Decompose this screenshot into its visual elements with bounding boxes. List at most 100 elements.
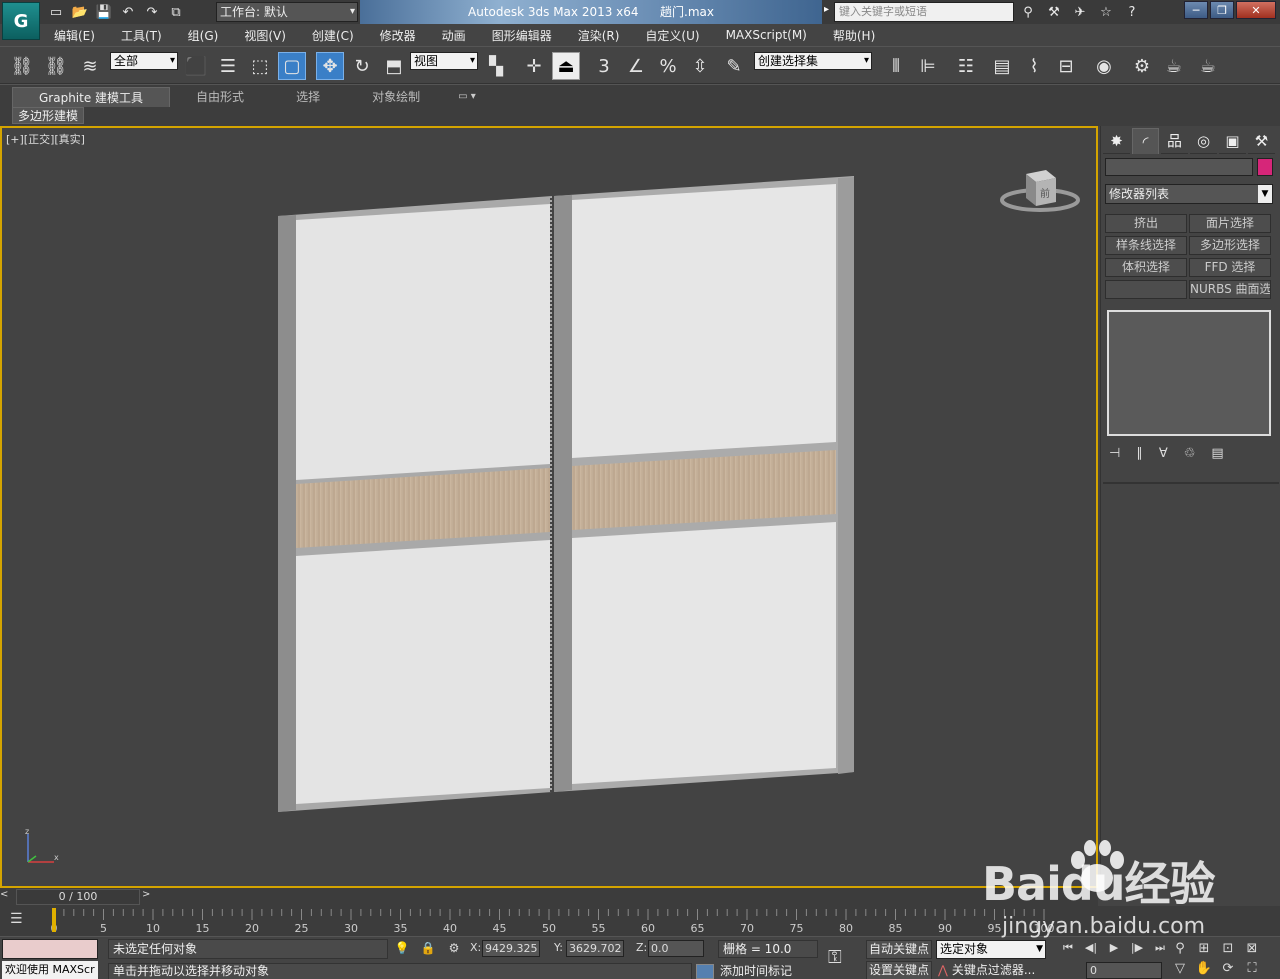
angle-snap-icon[interactable]: ∠ bbox=[622, 52, 650, 80]
object-name-field[interactable] bbox=[1105, 158, 1253, 176]
material-editor-icon[interactable]: ◉ bbox=[1090, 52, 1118, 80]
tab-display-icon[interactable]: ▣ bbox=[1219, 128, 1246, 154]
close-button[interactable]: ✕ bbox=[1236, 1, 1276, 19]
perspective-viewport[interactable]: [+][正交][真实] 前 z x bbox=[0, 126, 1098, 888]
minimize-button[interactable]: ─ bbox=[1184, 1, 1208, 19]
select-and-move-icon[interactable]: ✥ bbox=[316, 52, 344, 80]
orbit-icon[interactable]: ⟳ bbox=[1216, 959, 1240, 979]
select-and-rotate-icon[interactable]: ↻ bbox=[348, 52, 376, 80]
favorites-icon[interactable]: ☆ bbox=[1096, 2, 1116, 22]
isolate-selection-icon[interactable]: 💡 bbox=[394, 941, 410, 957]
trackbar-scale[interactable]: 0510152025303540455055606570758085909510… bbox=[0, 906, 1280, 936]
modifier-button-4[interactable]: 体积选择 bbox=[1105, 258, 1187, 277]
configure-modifier-sets-icon[interactable]: ▤ bbox=[1211, 446, 1223, 461]
auto-key-button[interactable]: 自动关键点 bbox=[866, 940, 932, 959]
window-crossing-icon[interactable]: ▢ bbox=[278, 52, 306, 80]
pan-icon[interactable]: ✋ bbox=[1192, 959, 1216, 979]
zoom-icon[interactable]: ⚲ bbox=[1168, 939, 1192, 959]
binoculars-icon[interactable]: ⚲ bbox=[1018, 2, 1038, 22]
pin-stack-icon[interactable]: ⊣ bbox=[1109, 446, 1120, 461]
menu-item-8[interactable]: 渲染(R) bbox=[565, 27, 633, 44]
percent-snap-icon[interactable]: % bbox=[654, 52, 682, 80]
render-production-icon[interactable]: ☕ bbox=[1194, 52, 1222, 80]
current-frame-field[interactable]: 0 bbox=[1086, 962, 1162, 979]
prev-frame-icon[interactable]: ◀| bbox=[1081, 939, 1101, 957]
modifier-list-dropdown[interactable]: 修改器列表 ▼ bbox=[1105, 184, 1273, 204]
go-to-end-icon[interactable]: ⏭ bbox=[1150, 939, 1170, 957]
save-icon[interactable]: 💾 bbox=[94, 2, 114, 22]
tab-hierarchy-icon[interactable]: 品 bbox=[1161, 128, 1188, 154]
menu-item-0[interactable]: 编辑(E) bbox=[42, 27, 108, 44]
zoom-extents-all-icon[interactable]: ⊠ bbox=[1240, 939, 1264, 959]
modifier-button-3[interactable]: 多边形选择 bbox=[1189, 236, 1271, 255]
x-coordinate-field[interactable]: 9429.325 bbox=[482, 940, 540, 957]
menu-item-5[interactable]: 修改器 bbox=[367, 27, 429, 44]
render-setup-icon[interactable]: ⚙ bbox=[1128, 52, 1156, 80]
play-icon[interactable]: ▶ bbox=[1104, 939, 1124, 957]
tab-create-icon[interactable]: ✸ bbox=[1103, 128, 1130, 154]
ribbon-tab-2[interactable]: 选择 bbox=[270, 87, 346, 107]
maximize-button[interactable]: ❐ bbox=[1210, 1, 1234, 19]
bind-space-warp-icon[interactable]: ≋ bbox=[76, 52, 104, 80]
tab-motion-icon[interactable]: ◎ bbox=[1190, 128, 1217, 154]
communication-icon[interactable]: ✈ bbox=[1070, 2, 1090, 22]
y-coordinate-field[interactable]: 3629.702 bbox=[566, 940, 624, 957]
zoom-all-icon[interactable]: ⊞ bbox=[1192, 939, 1216, 959]
time-slider[interactable]: < 0 / 100 > bbox=[0, 888, 1098, 906]
open-file-icon[interactable]: 📂 bbox=[70, 2, 90, 22]
track-bar[interactable]: ☰ 05101520253035404550556065707580859095… bbox=[0, 906, 1280, 936]
reference-coordinate-dropdown[interactable]: 视图 ▾ bbox=[410, 52, 478, 70]
ribbon-tab-1[interactable]: 自由形式 bbox=[170, 87, 270, 107]
tab-modify-icon[interactable]: ◜ bbox=[1132, 128, 1159, 154]
select-object-icon[interactable]: ⬛ bbox=[182, 52, 210, 80]
select-by-name-icon[interactable]: ☰ bbox=[214, 52, 242, 80]
modifier-button-1[interactable]: 面片选择 bbox=[1189, 214, 1271, 233]
key-mode-selection-dropdown[interactable]: 选定对象 ▼ bbox=[936, 940, 1046, 959]
time-slider-prev-button[interactable]: < bbox=[0, 889, 14, 905]
new-file-icon[interactable]: ▭ bbox=[46, 2, 66, 22]
spinner-snap-icon[interactable]: ⇳ bbox=[686, 52, 714, 80]
modifier-button-7[interactable]: NURBS 曲面选择 bbox=[1189, 280, 1271, 299]
undo-icon[interactable]: ↶ bbox=[118, 2, 138, 22]
unlink-icon[interactable]: ⛓ bbox=[42, 52, 70, 80]
search-expand-icon[interactable]: ▸ bbox=[824, 4, 829, 15]
show-end-result-icon[interactable]: ∥ bbox=[1136, 446, 1143, 461]
object-color-swatch[interactable] bbox=[1257, 158, 1273, 176]
curve-editor-icon[interactable]: ⌇ bbox=[1020, 52, 1048, 80]
menu-item-11[interactable]: 帮助(H) bbox=[820, 27, 888, 44]
make-unique-icon[interactable]: ∀ bbox=[1159, 446, 1168, 461]
mirror-icon[interactable]: ⫴ bbox=[882, 52, 910, 80]
current-frame-marker[interactable] bbox=[52, 908, 56, 932]
selection-filter-dropdown[interactable]: 全部 ▾ bbox=[110, 52, 178, 70]
rectangular-selection-icon[interactable]: ⬚ bbox=[246, 52, 274, 80]
menu-item-1[interactable]: 工具(T) bbox=[108, 27, 175, 44]
key-filters-button[interactable]: ⋀ 关键点过滤器... bbox=[938, 961, 1048, 979]
modifier-button-2[interactable]: 样条线选择 bbox=[1105, 236, 1187, 255]
menu-item-7[interactable]: 图形编辑器 bbox=[479, 27, 565, 44]
maximize-viewport-icon[interactable]: ⛶ bbox=[1240, 959, 1264, 979]
z-coordinate-field[interactable]: 0.0 bbox=[648, 940, 704, 957]
tab-utilities-icon[interactable]: ⚒ bbox=[1248, 128, 1275, 154]
selection-lock-icon[interactable]: 🔒 bbox=[420, 941, 436, 957]
infocenter-search-input[interactable]: 键入关键字或短语 bbox=[834, 2, 1014, 22]
modifier-stack[interactable] bbox=[1107, 310, 1271, 436]
help-icon[interactable]: ? bbox=[1122, 2, 1142, 22]
rendered-frame-window-icon[interactable]: ☕ bbox=[1160, 52, 1188, 80]
next-frame-icon[interactable]: |▶ bbox=[1127, 939, 1147, 957]
menu-item-6[interactable]: 动画 bbox=[429, 27, 479, 44]
subscription-icon[interactable]: ⚒ bbox=[1044, 2, 1064, 22]
absolute-transform-icon[interactable]: ⚙ bbox=[446, 941, 462, 957]
schematic-view-icon[interactable]: ⊟ bbox=[1052, 52, 1080, 80]
edit-named-selection-icon[interactable]: ✎ bbox=[720, 52, 748, 80]
named-selection-dropdown[interactable]: 创建选择集 ▾ bbox=[754, 52, 872, 70]
menu-item-3[interactable]: 视图(V) bbox=[231, 27, 299, 44]
select-and-scale-icon[interactable]: ⬒ bbox=[380, 52, 408, 80]
maxscript-welcome-text[interactable]: 欢迎使用 MAXScr bbox=[2, 961, 98, 979]
ribbon-tab-3[interactable]: 对象绘制 bbox=[346, 87, 446, 107]
keyboard-shortcut-override-icon[interactable]: ⏏ bbox=[552, 52, 580, 80]
app-menu-button[interactable]: G bbox=[2, 2, 40, 40]
select-and-manipulate-icon[interactable]: ✛ bbox=[520, 52, 548, 80]
select-and-link-icon[interactable]: ⛓ bbox=[8, 52, 36, 80]
viewcube[interactable]: 前 bbox=[1000, 162, 1080, 218]
time-slider-thumb[interactable]: 0 / 100 bbox=[16, 889, 140, 905]
